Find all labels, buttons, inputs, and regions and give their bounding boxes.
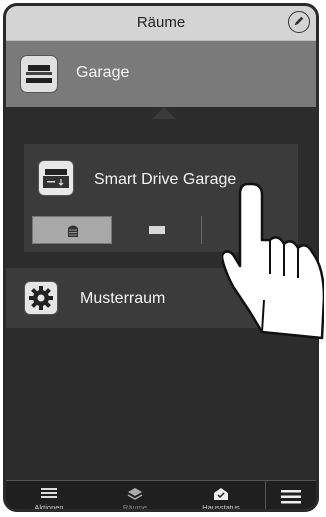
gear-icon xyxy=(24,281,58,315)
expand-caret xyxy=(152,107,176,119)
hamburger-menu-icon xyxy=(281,490,301,504)
device-label: Smart Drive Garage xyxy=(94,171,237,188)
menu-button[interactable] xyxy=(265,481,316,509)
pointing-hand-icon xyxy=(222,182,324,340)
nav-raeume[interactable]: Räume xyxy=(92,481,178,512)
room-label-garage: Garage xyxy=(76,64,130,81)
nav-label-raeume: Räume xyxy=(122,503,148,512)
position-open-button[interactable] xyxy=(112,216,202,244)
list-icon xyxy=(41,488,57,498)
nav-hausstatus[interactable]: Hausstatus xyxy=(178,481,264,512)
open-door-icon xyxy=(149,226,165,234)
pencil-icon xyxy=(294,16,304,26)
closed-door-icon xyxy=(68,225,78,237)
position-closed-button[interactable] xyxy=(32,216,112,244)
garage-icon xyxy=(20,55,58,93)
room-item-garage[interactable]: Garage xyxy=(6,41,316,107)
nav-label-aktionen: Aktionen xyxy=(34,503,64,512)
layers-icon xyxy=(127,488,143,500)
bottom-nav: Aktionen Räume Hausstatus xyxy=(6,480,316,512)
nav-label-hausstatus: Hausstatus xyxy=(202,503,240,512)
edit-button[interactable] xyxy=(288,11,310,33)
garage-door-icon[interactable] xyxy=(38,160,74,196)
page-title: Räume xyxy=(136,14,186,31)
room-label-musterraum: Musterraum xyxy=(80,290,166,307)
nav-aktionen[interactable]: Aktionen xyxy=(6,481,92,512)
top-bar: Räume xyxy=(6,6,316,41)
house-check-icon xyxy=(214,488,228,500)
